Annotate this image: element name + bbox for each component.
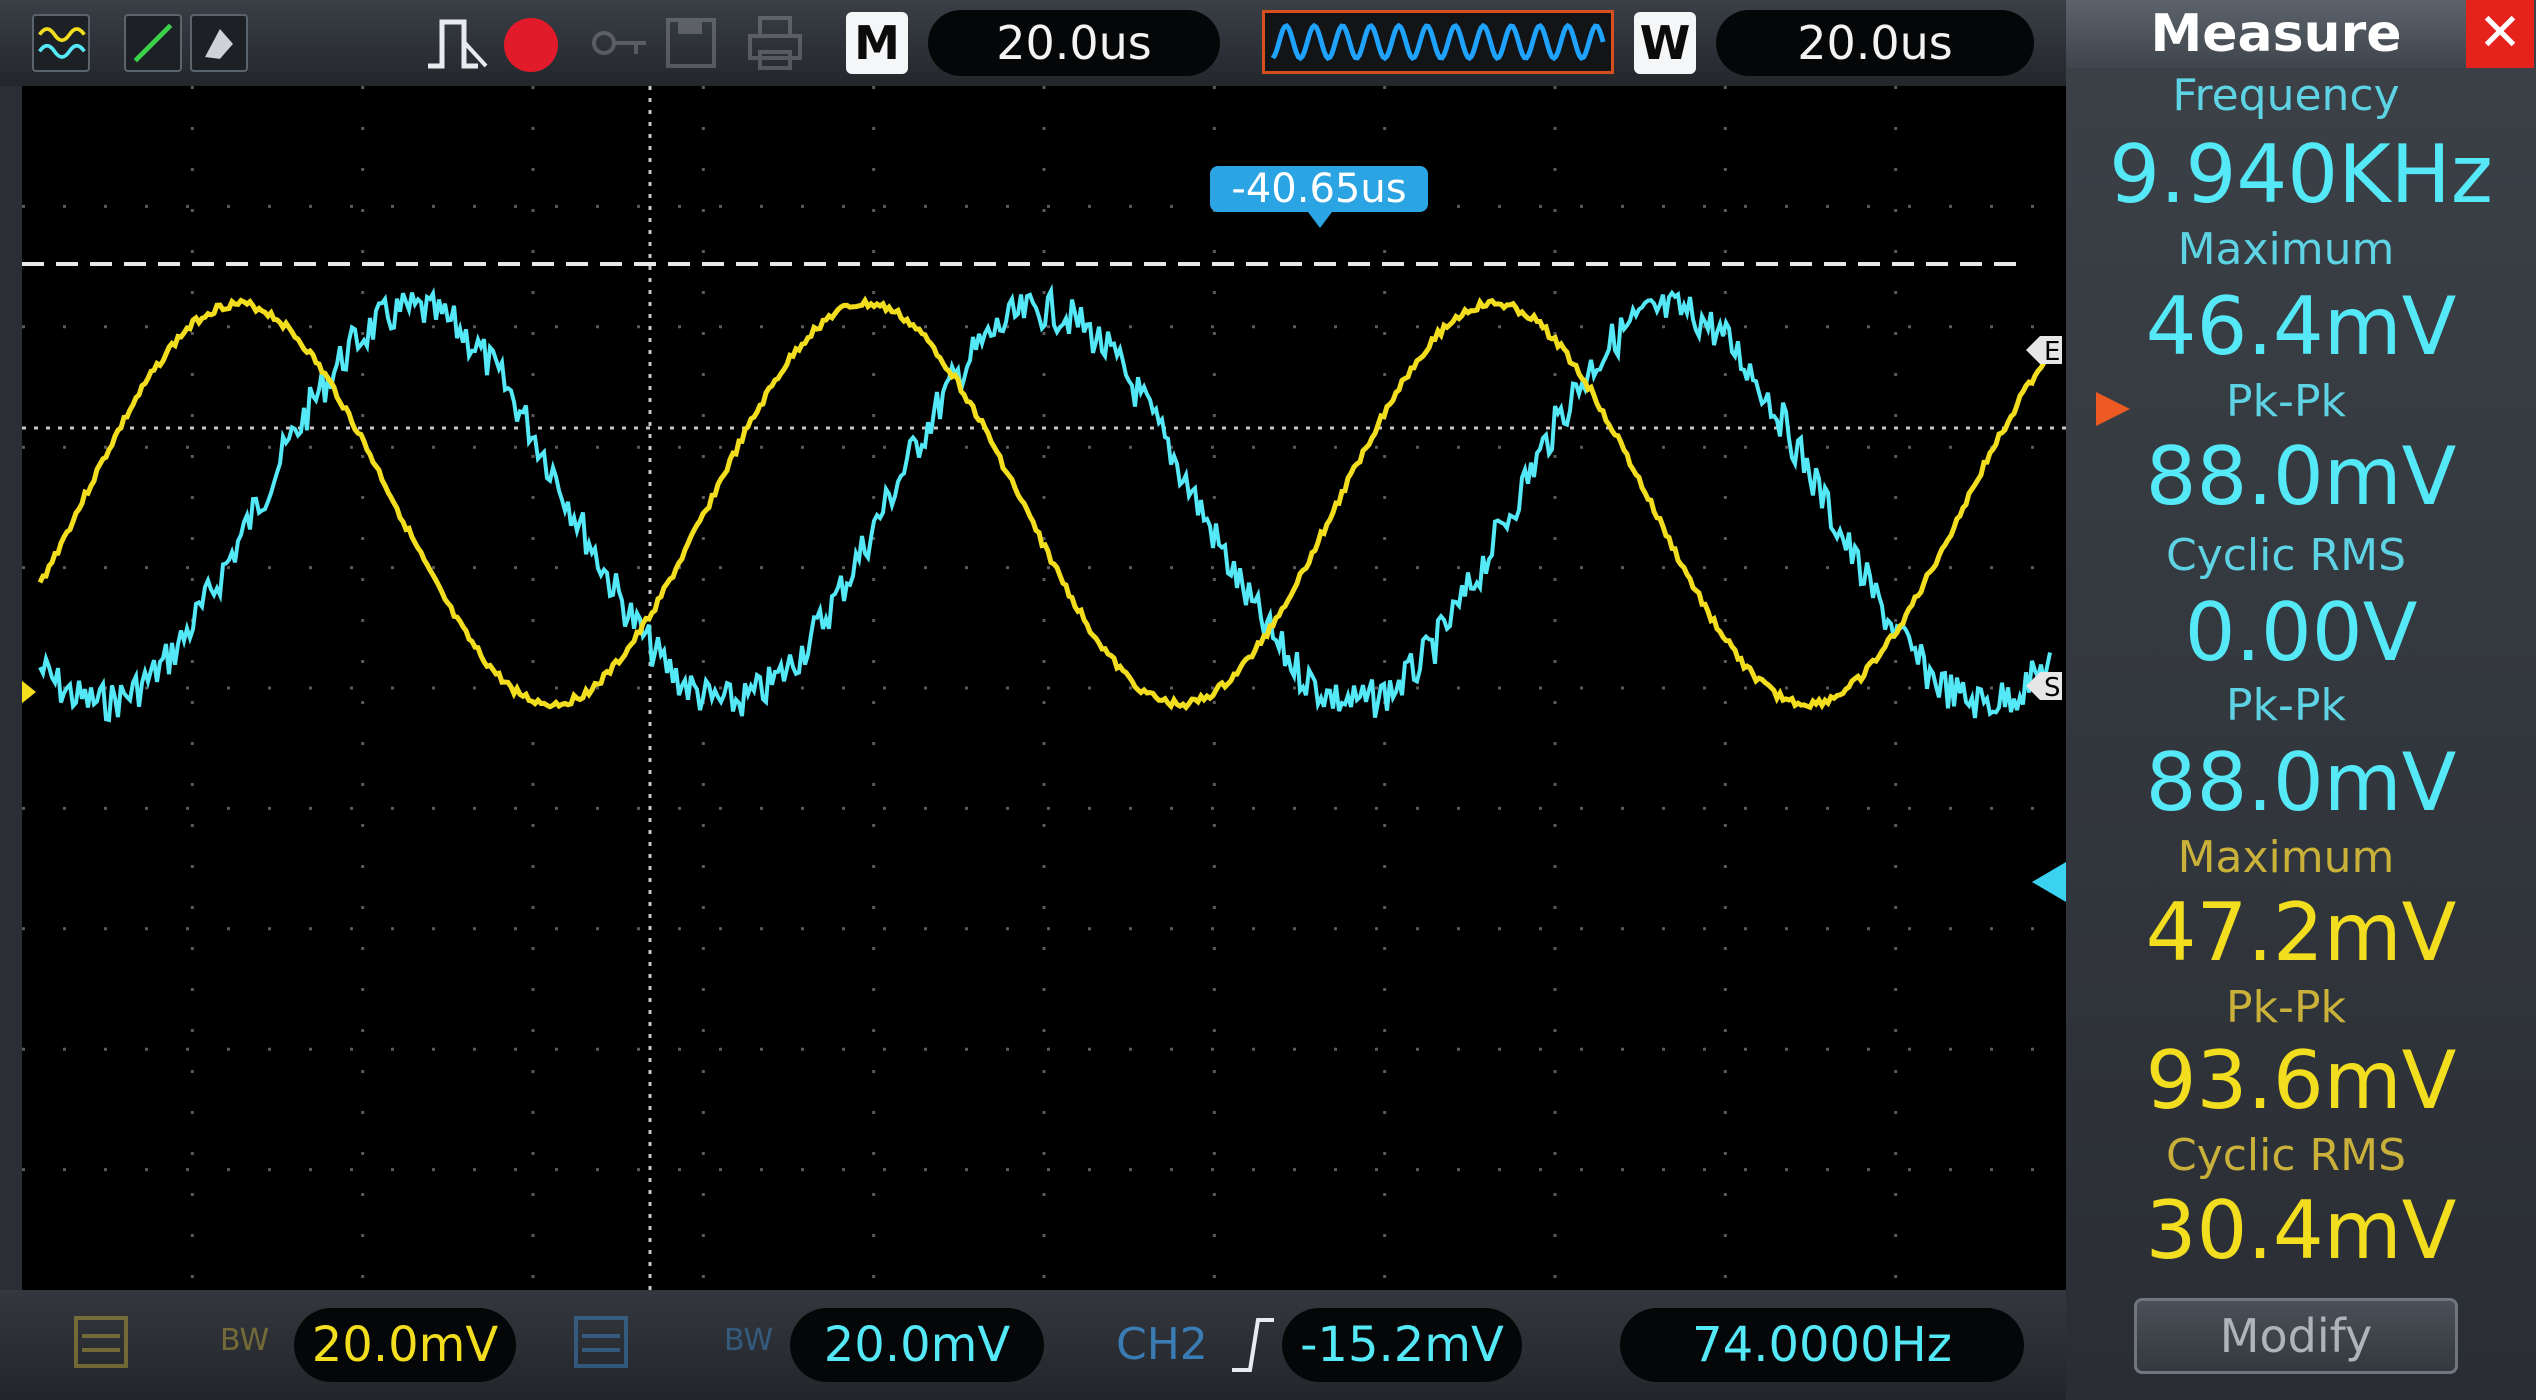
window-timebase-value[interactable]: 20.0us — [1716, 10, 2034, 76]
measure-label-4: Cyclic RMS — [2165, 530, 2407, 581]
measure-label-5: Pk-Pk — [2226, 680, 2346, 731]
waveform-plot: E S — [22, 86, 2066, 1290]
measure-label-7: Pk-Pk — [2226, 982, 2346, 1033]
ch2-coupling-icon[interactable] — [572, 1310, 630, 1374]
memory-position-indicator[interactable] — [1262, 10, 1614, 74]
trigger-level-marker[interactable]: E — [2026, 336, 2062, 367]
ch1-bandwidth-icon[interactable]: BW — [214, 1310, 272, 1374]
measure-value-6[interactable]: 47.2mV — [2066, 886, 2536, 979]
svg-text:BW: BW — [724, 1323, 773, 1358]
main-timebase-label: M — [846, 12, 908, 74]
waveform-display-icon[interactable] — [32, 14, 90, 72]
close-icon[interactable]: ✕ — [2466, 0, 2534, 68]
key-icon — [588, 14, 650, 72]
svg-text:BW: BW — [220, 1323, 269, 1358]
measure-title: Measure — [2066, 0, 2486, 68]
modify-button[interactable]: Modify — [2134, 1298, 2458, 1374]
ch1-scale[interactable]: 20.0mV — [294, 1308, 516, 1382]
measure-value-3[interactable]: 88.0mV — [2066, 430, 2536, 523]
measure-label-2: Maximum — [2177, 224, 2395, 275]
measure-label-6: Maximum — [2177, 832, 2395, 883]
ch1-coupling-icon[interactable] — [72, 1310, 130, 1374]
main-timebase-value[interactable]: 20.0us — [928, 10, 1220, 76]
print-icon — [744, 14, 806, 72]
trigger-frequency-value: 74.0000Hz — [1620, 1308, 2024, 1382]
measure-value-8[interactable]: 30.4mV — [2066, 1184, 2536, 1277]
measure-label-1: Frequency — [2172, 70, 2400, 121]
trigger-pulse-icon[interactable] — [424, 12, 496, 74]
window-timebase-label: W — [1634, 12, 1696, 74]
trigger-offset-badge: -40.65us — [1210, 166, 1428, 228]
xy-mode-icon[interactable] — [124, 14, 182, 72]
ch2-bandwidth-icon[interactable]: BW — [718, 1310, 776, 1374]
marker-s-label: S — [2044, 673, 2061, 703]
rising-edge-icon[interactable] — [1228, 1312, 1278, 1378]
measure-value-5[interactable]: 88.0mV — [2066, 736, 2536, 829]
ch1-position-marker[interactable] — [22, 676, 36, 708]
measure-value-1[interactable]: 9.940KHz — [2066, 128, 2536, 221]
ch2-level-arrow[interactable] — [2032, 862, 2066, 902]
measure-value-2[interactable]: 46.4mV — [2066, 280, 2536, 373]
top-toolbar: M 20.0us W 20.0us — [0, 0, 2066, 86]
measure-panel: Measure ✕ Frequency 9.940KHz Maximum 46.… — [2066, 0, 2536, 1400]
measure-value-4[interactable]: 0.00V — [2066, 586, 2536, 679]
waveform-screen[interactable]: E S -40.65us — [22, 86, 2066, 1290]
trigger-level-value[interactable]: -15.2mV — [1282, 1308, 1522, 1382]
measure-label-3: Pk-Pk — [2226, 376, 2346, 427]
save-icon — [660, 14, 722, 72]
persistence-icon[interactable] — [190, 14, 248, 72]
bottom-status-bar: BW 20.0mV BW 20.0mV CH2 -15.2mV 74.0000H… — [0, 1290, 2066, 1400]
ch2-waveform — [38, 283, 2052, 723]
measure-value-7[interactable]: 93.6mV — [2066, 1034, 2536, 1127]
ch2-scale[interactable]: 20.0mV — [790, 1308, 1044, 1382]
measure-label-8: Cyclic RMS — [2165, 1130, 2407, 1181]
trigger-source-label[interactable]: CH2 — [1116, 1310, 1208, 1380]
marker-e-label: E — [2044, 337, 2060, 367]
run-stop-indicator[interactable] — [504, 18, 558, 72]
